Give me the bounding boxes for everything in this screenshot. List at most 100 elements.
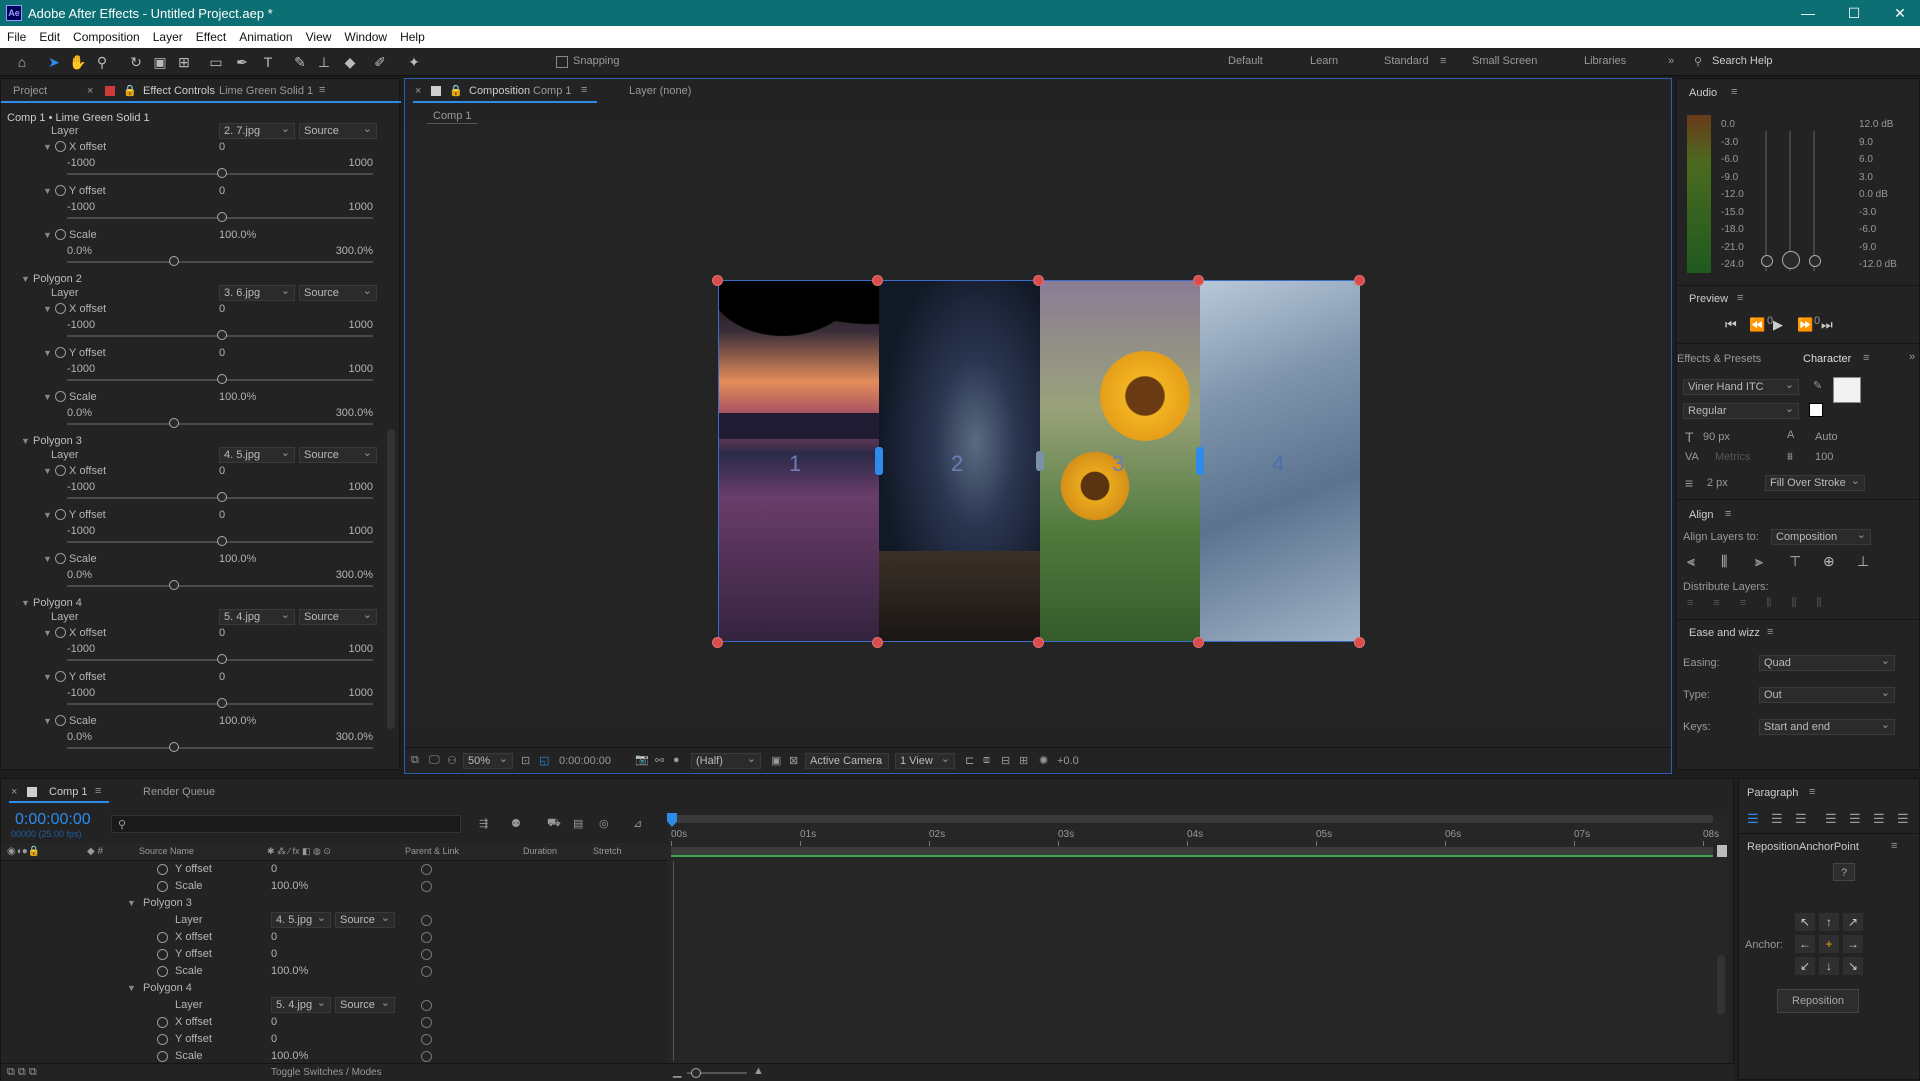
stopwatch-icon[interactable]: [54, 553, 66, 564]
lock-icon[interactable]: 🔒: [123, 84, 137, 97]
menu-composition[interactable]: Composition: [66, 26, 146, 44]
stopwatch-icon[interactable]: [157, 966, 168, 977]
justify-last-right-icon[interactable]: ☰: [1873, 811, 1885, 827]
justify-last-left-icon[interactable]: ☰: [1825, 811, 1837, 827]
vertex-handle[interactable]: [872, 637, 883, 648]
pick-whip-icon[interactable]: [421, 949, 432, 960]
scale-slider[interactable]: [67, 261, 373, 263]
scale-value[interactable]: 100.0%: [219, 391, 256, 403]
snapshot-icon[interactable]: 📷: [635, 753, 649, 766]
anchor-left-icon[interactable]: ←: [1795, 935, 1815, 953]
x-offset-slider-knob[interactable]: [217, 168, 227, 178]
source-name-header[interactable]: Source Name: [139, 846, 194, 856]
show-snapshot-icon[interactable]: ⚯: [655, 754, 664, 767]
views-dropdown[interactable]: 1 View: [895, 752, 955, 769]
x-offset-value[interactable]: 0: [219, 303, 225, 315]
stopwatch-icon[interactable]: [54, 303, 66, 314]
expand-triangle-icon[interactable]: ▼: [43, 230, 52, 240]
timeline-row[interactable]: Scale 100.0%: [1, 878, 675, 895]
vertex-handle[interactable]: [1033, 275, 1044, 286]
comp-breadcrumb[interactable]: Comp 1: [427, 109, 478, 124]
pick-whip-icon[interactable]: [421, 864, 432, 875]
menu-file[interactable]: File: [0, 26, 32, 44]
pick-whip-icon[interactable]: [421, 1017, 432, 1028]
align-right-icon[interactable]: ⫸: [1755, 553, 1763, 570]
expand-triangle-icon[interactable]: ▼: [21, 598, 30, 608]
tab-layer[interactable]: Layer (none): [629, 85, 691, 97]
pick-whip-icon[interactable]: [421, 1034, 432, 1045]
menu-help[interactable]: Help: [393, 26, 431, 44]
align-bottom-icon[interactable]: ⊥: [1857, 553, 1869, 570]
anchor-top-right-icon[interactable]: ↗: [1843, 913, 1863, 931]
x-offset-slider-knob[interactable]: [217, 654, 227, 664]
timeline-row[interactable]: Y offset 0: [1, 861, 675, 878]
scale-value[interactable]: 100.0%: [219, 715, 256, 727]
vertex-handle[interactable]: [712, 637, 723, 648]
tab-render-queue[interactable]: Render Queue: [143, 786, 215, 798]
work-area-bar[interactable]: [671, 815, 1713, 823]
pick-whip-icon[interactable]: [421, 1051, 432, 1062]
expand-triangle-icon[interactable]: ▼: [43, 142, 52, 152]
timeline-row[interactable]: Y offset 0: [1, 1031, 675, 1048]
y-offset-slider-knob[interactable]: [217, 698, 227, 708]
align-top-icon[interactable]: ⊤: [1789, 553, 1801, 570]
y-offset-value[interactable]: 0: [219, 509, 225, 521]
stopwatch-icon[interactable]: [54, 509, 66, 520]
layer-source-dropdown[interactable]: 4. 5.jpg: [271, 911, 331, 928]
keys-dropdown[interactable]: Start and end: [1759, 718, 1895, 735]
scale-slider[interactable]: [67, 423, 373, 425]
scrollbar[interactable]: [1717, 955, 1725, 1015]
layer-source-dropdown[interactable]: 4. 5.jpg: [219, 446, 295, 463]
y-offset-value[interactable]: 0: [219, 347, 225, 359]
tab-effect-controls[interactable]: Effect Controls: [143, 85, 215, 97]
time-graph[interactable]: 00s 01s 02s 03s 04s 05s 06s 07s 08s: [667, 813, 1727, 1079]
scale-slider[interactable]: [67, 585, 373, 587]
y-offset-value[interactable]: 0: [219, 671, 225, 683]
vertex-handle[interactable]: [712, 275, 723, 286]
layer-source-dropdown[interactable]: 5. 4.jpg: [271, 996, 331, 1013]
timeline-timecode[interactable]: 0:00:00:00: [15, 811, 91, 829]
vertex-handle[interactable]: [872, 275, 883, 286]
kerning-value[interactable]: Metrics: [1715, 451, 1750, 463]
align-horizontal-center-icon[interactable]: ⫼: [1721, 553, 1727, 570]
lock-icon[interactable]: 🔒: [449, 84, 463, 97]
menu-edit[interactable]: Edit: [32, 26, 66, 44]
reposition-button[interactable]: Reposition: [1777, 989, 1859, 1013]
visibility-icon[interactable]: ◉◖●🔒: [7, 846, 40, 857]
region-of-interest-icon[interactable]: ▣: [771, 754, 781, 767]
always-preview-icon[interactable]: ⧉: [411, 754, 419, 767]
pick-whip-icon[interactable]: [421, 915, 432, 926]
stroke-color-swatch[interactable]: [1809, 403, 1823, 417]
stopwatch-icon[interactable]: [54, 465, 66, 476]
workspace-small-screen[interactable]: Small Screen: [1472, 55, 1537, 67]
composition-viewer[interactable]: 1 2 3 4: [405, 125, 1671, 725]
eyedropper-icon[interactable]: ✎: [1813, 379, 1822, 392]
pen-tool-icon[interactable]: ✒: [232, 52, 252, 72]
x-offset-value[interactable]: 0: [219, 141, 225, 153]
search-icon[interactable]: ⚲: [1694, 55, 1702, 68]
panel-menu-icon[interactable]: ≡: [1737, 292, 1743, 304]
timeline-row[interactable]: ▼ Polygon 4: [1, 980, 667, 997]
frame-blending-icon[interactable]: ▤: [573, 817, 583, 830]
timeline-row[interactable]: Layer 5. 4.jpgSource: [1, 996, 675, 1014]
more-workspaces-icon[interactable]: »: [1668, 55, 1674, 67]
panel-menu-icon[interactable]: ≡: [1891, 840, 1897, 852]
tab-project[interactable]: Project: [13, 85, 47, 97]
expand-triangle-icon[interactable]: ▼: [43, 628, 52, 638]
minimize-icon[interactable]: —: [1788, 3, 1828, 23]
panel-menu-icon[interactable]: ≡: [1725, 508, 1731, 520]
stopwatch-icon[interactable]: [54, 627, 66, 638]
draft-3d-icon[interactable]: ⚉: [511, 817, 521, 830]
flowchart-icon[interactable]: ⊞: [1019, 754, 1028, 767]
anchor-center-icon[interactable]: +: [1819, 935, 1839, 953]
zoom-in-icon[interactable]: ▲: [753, 1065, 764, 1077]
expand-triangle-icon[interactable]: ▼: [43, 716, 52, 726]
tab-effects-presets[interactable]: Effects & Presets: [1677, 353, 1761, 365]
layer-mode-dropdown[interactable]: Source: [335, 996, 395, 1013]
layer-mode-dropdown[interactable]: Source: [299, 122, 377, 139]
fast-previews-icon[interactable]: ⧈: [983, 754, 990, 767]
timeline-row[interactable]: X offset 0: [1, 1014, 675, 1031]
workspace-learn[interactable]: Learn: [1310, 55, 1338, 67]
stretch-header[interactable]: Stretch: [593, 846, 622, 856]
layer-mode-dropdown[interactable]: Source: [299, 446, 377, 463]
